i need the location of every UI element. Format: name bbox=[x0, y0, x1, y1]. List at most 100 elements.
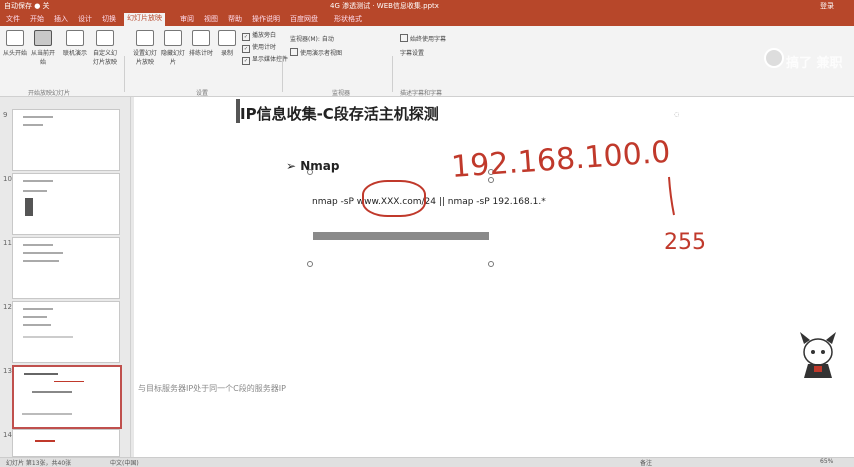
tab-help[interactable]: 帮助 bbox=[228, 14, 242, 24]
thumb-line bbox=[23, 324, 51, 326]
slide-thumbnail[interactable] bbox=[12, 301, 120, 363]
zoom-level[interactable]: 65% bbox=[820, 458, 833, 465]
slide-footer-text[interactable]: 与目标服务器IP处于同一个C段的服务器IP bbox=[138, 383, 286, 394]
tab-slideshow[interactable]: 幻灯片放映 bbox=[124, 13, 165, 26]
thumb-image bbox=[25, 198, 33, 216]
thumb-number: 13 bbox=[3, 367, 12, 375]
record-button[interactable]: 录制 bbox=[214, 30, 240, 57]
presenter-view-checkbox[interactable]: 使用演示者视图 bbox=[290, 48, 342, 57]
custom-show-icon bbox=[96, 30, 114, 46]
thumb-line bbox=[23, 116, 53, 118]
monitor-label: 监视器(M): bbox=[290, 36, 320, 43]
slide-thumbnail-active[interactable] bbox=[12, 365, 122, 429]
autosave-label[interactable]: 自动保存 ● 关 bbox=[4, 1, 50, 11]
avatar bbox=[764, 48, 784, 68]
group-monitor-label: 监视器 bbox=[332, 90, 351, 97]
tab-review[interactable]: 审阅 bbox=[180, 14, 194, 24]
divider bbox=[282, 56, 283, 92]
thumb-line bbox=[23, 260, 59, 262]
slide-thumbnail[interactable] bbox=[12, 237, 120, 299]
thumb-number: 11 bbox=[3, 239, 12, 247]
thumb-line bbox=[23, 190, 47, 192]
caption-settings-button[interactable]: 字幕设置 bbox=[400, 48, 424, 57]
timing-checkbox[interactable]: ✓ 使用计时 bbox=[242, 42, 276, 53]
slide-thumbnail[interactable] bbox=[12, 429, 120, 457]
document-title: 4G 渗透测试 · WEB信息收集.pptx bbox=[330, 2, 439, 10]
thumb-line bbox=[23, 336, 73, 338]
slide-thumbnail[interactable] bbox=[12, 109, 120, 171]
ribbon: 从头开始 从当前开始 联机演示 自定义幻灯片放映 开始放映幻灯片 设置幻灯片放映… bbox=[0, 26, 854, 97]
watermark-logo: 搞了 兼职 bbox=[786, 56, 843, 71]
thumb-line bbox=[22, 413, 72, 415]
checkmark-icon: ✓ bbox=[242, 57, 250, 65]
tab-view[interactable]: 视图 bbox=[204, 14, 218, 24]
hide-slide-button[interactable]: 隐藏幻灯片 bbox=[160, 30, 186, 66]
rehearse-label: 排练计时 bbox=[188, 50, 213, 57]
hide-icon bbox=[164, 30, 182, 46]
setup-show-button[interactable]: 设置幻灯片放映 bbox=[132, 30, 158, 66]
slide-thumbnail-pane[interactable]: 9 10 11 12 13 14 bbox=[0, 97, 131, 457]
hide-label: 隐藏幻灯片 bbox=[160, 50, 185, 66]
online-present-button[interactable]: 联机演示 bbox=[62, 30, 88, 57]
thumb-line bbox=[23, 244, 53, 246]
tab-design[interactable]: 设计 bbox=[78, 14, 92, 24]
divider bbox=[392, 56, 393, 92]
timing-label: 使用计时 bbox=[252, 44, 277, 51]
narration-label: 播放旁白 bbox=[252, 32, 277, 39]
tab-transitions[interactable]: 切换 bbox=[102, 14, 116, 24]
monitor-select[interactable]: 监视器(M): 自动 bbox=[290, 34, 334, 43]
slideshow-icon bbox=[6, 30, 24, 46]
tab-baidu[interactable]: 百度网盘 bbox=[290, 14, 318, 24]
record-icon bbox=[218, 30, 236, 46]
thumb-line bbox=[23, 308, 53, 310]
setup-label: 设置幻灯片放映 bbox=[132, 50, 157, 66]
thumb-number: 10 bbox=[3, 175, 12, 183]
ribbon-tabs: 文件 开始 插入 设计 切换 幻灯片放映 审阅 视图 帮助 操作说明 百度网盘 … bbox=[0, 12, 854, 26]
group-caption-label: 描述字幕和字幕 bbox=[400, 90, 443, 97]
tab-file[interactable]: 文件 bbox=[6, 14, 20, 24]
slide[interactable]: IP信息收集-C段存活主机探测 ◌ ➢ Nmap nmap -sP www.XX… bbox=[134, 97, 854, 457]
thumb-annotation bbox=[54, 381, 84, 382]
from-start-button[interactable]: 从头开始 bbox=[2, 30, 28, 57]
slide-thumbnail[interactable] bbox=[12, 173, 120, 235]
tab-shape-format[interactable]: 形状格式 bbox=[334, 14, 362, 24]
from-start-label: 从头开始 bbox=[2, 50, 27, 57]
online-label: 联机演示 bbox=[62, 50, 87, 57]
custom-show-button[interactable]: 自定义幻灯片放映 bbox=[92, 30, 118, 66]
tab-home[interactable]: 开始 bbox=[30, 14, 44, 24]
checkmark-icon: ✓ bbox=[242, 45, 250, 53]
thumb-line bbox=[32, 391, 72, 393]
thumb-number: 14 bbox=[3, 431, 12, 439]
monitor-value: 自动 bbox=[321, 36, 334, 43]
thumb-line bbox=[23, 124, 43, 126]
thumb-number: 12 bbox=[3, 303, 12, 311]
record-label: 录制 bbox=[220, 50, 233, 57]
tab-insert[interactable]: 插入 bbox=[54, 14, 68, 24]
slide-canvas: IP信息收集-C段存活主机探测 ◌ ➢ Nmap nmap -sP www.XX… bbox=[131, 97, 854, 457]
thumb-number: 9 bbox=[3, 111, 8, 119]
handwritten-range-end: 255 bbox=[664, 230, 706, 255]
from-current-label: 从当前开始 bbox=[30, 50, 55, 66]
thumb-line bbox=[35, 440, 55, 442]
tab-tell-me[interactable]: 操作说明 bbox=[252, 14, 280, 24]
always-caption-checkbox[interactable]: 始终使用字幕 bbox=[400, 34, 446, 43]
thumb-line bbox=[24, 373, 58, 375]
mascot-image bbox=[800, 332, 836, 378]
online-icon bbox=[66, 30, 84, 46]
sign-in-link[interactable]: 登录 bbox=[820, 1, 834, 11]
custom-label: 自定义幻灯片放映 bbox=[92, 50, 117, 66]
from-current-button[interactable]: 从当前开始 bbox=[30, 30, 56, 66]
checkmark-icon: ✓ bbox=[242, 33, 250, 41]
handwritten-stroke bbox=[668, 176, 675, 216]
divider bbox=[124, 56, 125, 92]
rehearse-button[interactable]: 排练计时 bbox=[188, 30, 214, 57]
checkbox-icon bbox=[400, 34, 408, 42]
thumb-line bbox=[23, 252, 63, 254]
always-caption-label: 始终使用字幕 bbox=[410, 36, 447, 43]
handwriting-layer: 192.168.100.0 255 bbox=[450, 135, 706, 255]
thumb-line bbox=[23, 180, 53, 182]
title-bar: 自动保存 ● 关 4G 渗透测试 · WEB信息收集.pptx 登录 bbox=[0, 0, 854, 12]
narration-checkbox[interactable]: ✓ 播放旁白 bbox=[242, 30, 276, 41]
checkbox-icon bbox=[290, 48, 298, 56]
setup-icon bbox=[136, 30, 154, 46]
